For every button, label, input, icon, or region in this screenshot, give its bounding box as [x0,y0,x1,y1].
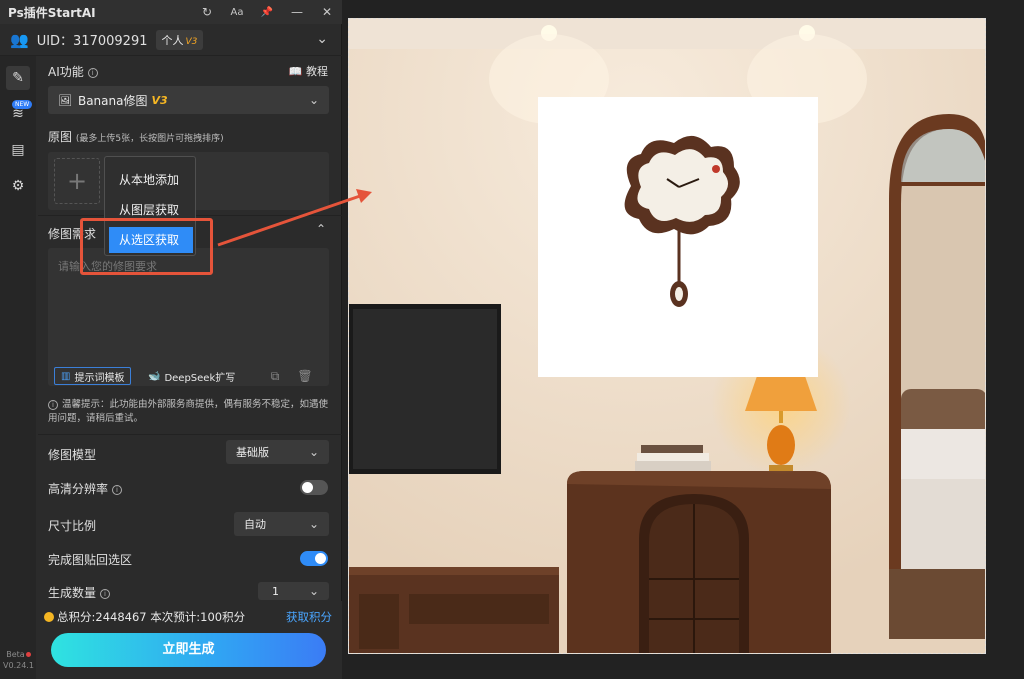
notification-dot [25,652,31,657]
count-label: 生成数量 i [48,584,111,601]
divider [38,434,342,435]
ai-function-text: AI功能 [48,65,84,79]
app-title: Ps插件StartAI [8,5,96,20]
pin-icon[interactable]: 📌 [252,7,282,18]
close-icon[interactable]: ✕ [312,5,342,19]
version-label: V0.24.1 [3,661,34,670]
source-hint: (最多上传5张，长按图片可拖拽排序) [75,134,224,144]
settings-gear-icon[interactable]: ⚙ [6,174,30,198]
image-icon: 🖼 [58,93,72,107]
plugin-panel: Ps插件StartAI ↻ Aa 📌 — ✕ 👥 UID：317009291 个… [0,0,342,679]
prompt-template-button[interactable]: ▥ 提示词模板 [54,367,132,385]
ratio-label: 尺寸比例 [48,519,97,533]
plan-label: 个人 [161,33,184,47]
chevron-down-icon: ⌄ [308,445,319,459]
model-value: 基础版 [236,446,269,459]
plan-badge: 个人 V3 [155,29,204,50]
add-image-button[interactable]: + [54,158,100,204]
tutorial-label: 教程 [306,65,328,78]
deepseek-icon: 🐋 [148,370,161,382]
coin-icon [44,612,54,622]
chevron-down-icon: ⌄ [308,93,319,107]
prompt-template-label: 提示词模板 [74,372,125,384]
paste-back-label: 完成图贴回选区 [48,553,133,567]
ratio-value: 自动 [244,518,266,531]
hd-label-text: 高清分辨率 [48,482,109,496]
beta-label: Beta [6,650,25,659]
model-select[interactable]: 基础版 ⌄ [226,440,329,464]
info-icon[interactable]: i [87,67,98,78]
history-icon[interactable]: ⧉ [266,367,284,385]
toggle-knob [302,482,313,493]
trash-icon[interactable]: 🗑 [296,367,314,385]
menu-item-local[interactable]: 从本地添加 [109,167,193,193]
screen: Ps插件StartAI ↻ Aa 📌 — ✕ 👥 UID：317009291 个… [0,0,1024,679]
layers-icon[interactable]: ≋ [6,102,30,126]
retouch-tool-icon[interactable]: ✎ [6,66,30,90]
chevron-down-icon: ⌄ [308,584,319,598]
panel-footer: 总积分:2448467 本次预计:100积分 获取积分 立即生成 [36,601,342,679]
info-icon[interactable]: i [112,484,123,495]
source-image-label: 原图 (最多上传5张，长按图片可拖拽排序) [48,128,224,145]
deepseek-expand-label: DeepSeek扩写 [164,372,236,384]
highlight-annotation [80,218,213,275]
chevron-up-icon[interactable]: ⌃ [316,222,326,236]
count-select[interactable]: 1 ⌄ [258,582,329,600]
chevron-down-icon[interactable]: ⌄ [316,31,328,47]
function-select-label: Banana修图 [77,93,148,108]
toggle-knob [315,553,326,564]
info-icon[interactable]: i [100,588,111,599]
book-icon: ▥ [61,370,71,382]
model-label: 修图模型 [48,448,97,462]
panel-content: AI功能 i 📖 教程 🖼 Banana修图 V3 ⌄ 原图 (最多上传5张，长按… [38,56,342,679]
total-points: 总积分:2448467 [57,610,147,624]
side-rail: ✎ NEW ≋ ▤ ⚙ Beta V0.24.1 [0,56,36,679]
user-bar[interactable]: 👥 UID：317009291 个人 V3 ⌄ [0,24,342,56]
tutorial-link[interactable]: 📖 教程 [289,63,328,79]
info-icon: i [48,399,58,410]
version-info: Beta V0.24.1 [3,649,34,671]
hd-resolution-label: 高清分辨率 i [48,480,123,497]
document-icon[interactable]: ▤ [6,138,30,162]
ratio-select[interactable]: 自动 ⌄ [234,512,329,536]
warm-notice: i 温馨提示：此功能由外部服务商提供，偶有服务不稳定，如遇使用问题，请稍后重试。 [48,398,334,426]
count-label-text: 生成数量 [48,586,97,600]
source-label-text: 原图 [48,130,73,144]
points-info: 总积分:2448467 本次预计:100积分 [44,609,245,625]
hd-toggle[interactable] [300,480,328,495]
plan-version: V3 [185,36,198,47]
font-size-icon[interactable]: Aa [222,7,252,18]
function-select[interactable]: 🖼 Banana修图 V3 ⌄ [48,86,329,114]
chevron-down-icon: ⌄ [308,517,319,531]
users-icon: 👥 [10,30,29,49]
deepseek-expand-button[interactable]: 🐋 DeepSeek扩写 [142,367,241,385]
book-icon: 📖 [288,65,303,78]
estimate-points: 本次预计:100积分 [150,610,246,624]
living-room-photo [349,19,985,653]
ai-function-label: AI功能 i [48,63,98,80]
get-points-link[interactable]: 获取积分 [286,609,332,625]
document-image[interactable] [348,18,986,654]
title-bar: Ps插件StartAI ↻ Aa 📌 — ✕ [0,0,342,24]
notice-text: 温馨提示：此功能由外部服务商提供，偶有服务不稳定，如遇使用问题，请稍后重试。 [48,399,329,424]
refresh-icon[interactable]: ↻ [192,5,222,19]
count-value: 1 [272,584,279,598]
generate-button[interactable]: 立即生成 [51,633,326,667]
minimize-icon[interactable]: — [282,5,312,19]
function-version: V3 [151,93,168,107]
paste-back-toggle[interactable] [300,551,328,566]
user-id: UID：317009291 [36,34,148,49]
